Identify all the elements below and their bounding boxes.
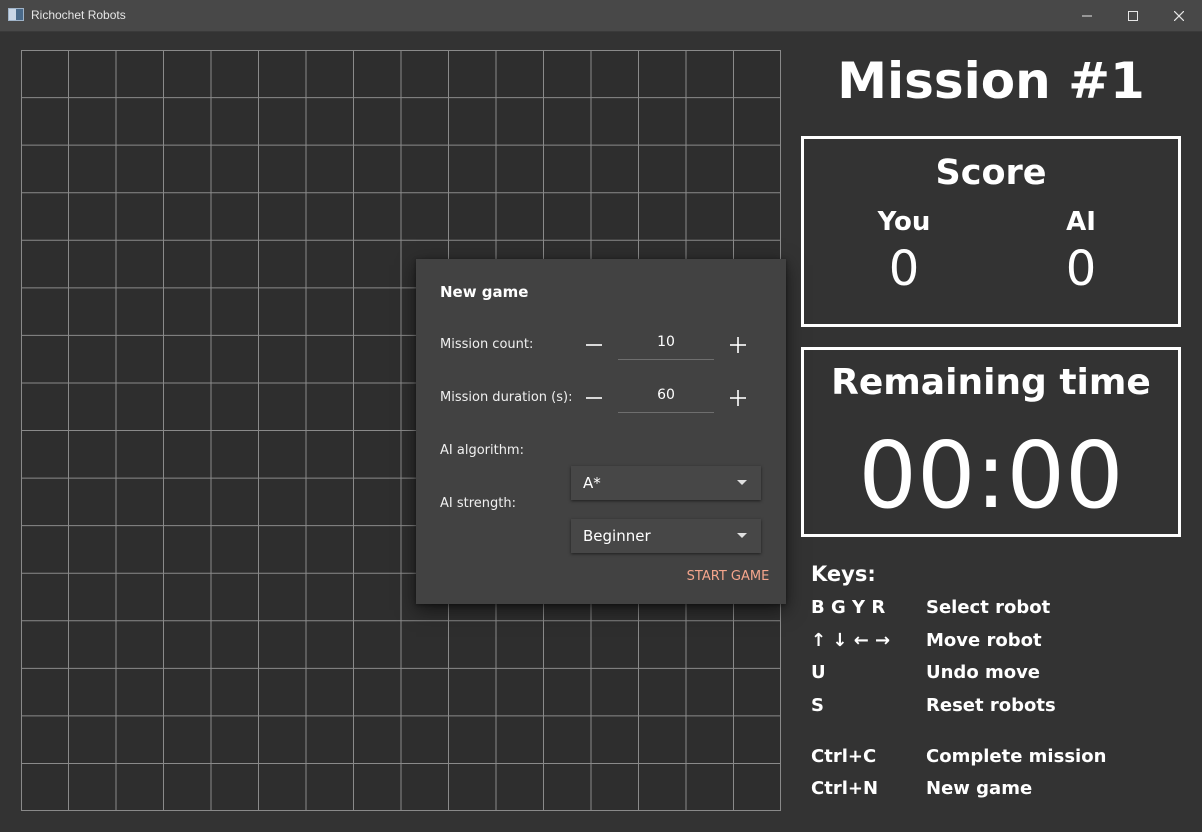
key-shortcut: Ctrl+C: [811, 746, 877, 767]
score-you: You 0: [844, 207, 964, 297]
ai-strength-label: AI strength:: [440, 496, 516, 511]
key-description: Undo move: [926, 662, 1041, 683]
score-title: Score: [935, 153, 1047, 193]
dialog-title: New game: [440, 283, 529, 301]
ai-algorithm-label: AI algorithm:: [440, 443, 524, 458]
minimize-button[interactable]: [1064, 0, 1110, 31]
ai-strength-select[interactable]: Beginner: [571, 519, 761, 553]
minimize-icon: [1082, 15, 1092, 16]
ai-strength-value: Beginner: [583, 527, 651, 545]
key-description: Select robot: [926, 597, 1051, 618]
remaining-time-value: 00:00: [858, 422, 1124, 529]
mission-duration-input[interactable]: 60: [618, 382, 714, 413]
mission-duration-increment-button[interactable]: [727, 387, 749, 409]
score-you-value: 0: [888, 241, 920, 297]
key-shortcut: S: [811, 695, 824, 716]
mission-duration-label: Mission duration (s):: [440, 390, 573, 405]
key-shortcut: B G Y R: [811, 597, 886, 618]
dropdown-arrow-icon: [737, 533, 747, 538]
ai-algorithm-select[interactable]: A*: [571, 466, 761, 500]
close-button[interactable]: [1156, 0, 1202, 31]
key-description: Reset robots: [926, 695, 1056, 716]
title-bar: Richochet Robots: [0, 0, 1202, 32]
close-icon: [1174, 10, 1184, 21]
key-shortcut: ↑ ↓ ← →: [811, 630, 891, 651]
key-shortcut: Ctrl+N: [811, 778, 879, 799]
score-panel: Score You 0 AI 0: [801, 136, 1181, 327]
remaining-time-title: Remaining time: [831, 362, 1151, 403]
mission-count-decrement-button[interactable]: [583, 334, 605, 356]
mission-count-label: Mission count:: [440, 337, 534, 352]
score-ai: AI 0: [1021, 207, 1141, 297]
key-description: New game: [926, 778, 1033, 799]
dropdown-arrow-icon: [737, 480, 747, 485]
window-title: Richochet Robots: [31, 8, 126, 22]
main-content: New game Mission count: 10 Mission durat…: [0, 32, 1202, 832]
plus-icon: [730, 337, 746, 353]
minus-icon: [586, 397, 602, 399]
key-description: Complete mission: [926, 746, 1107, 767]
key-description: Move robot: [926, 630, 1042, 651]
start-game-button[interactable]: START GAME: [678, 569, 778, 591]
app-icon: [8, 8, 24, 21]
minus-icon: [586, 344, 602, 346]
score-ai-value: 0: [1065, 241, 1097, 297]
maximize-button[interactable]: [1110, 0, 1156, 31]
maximize-icon: [1128, 10, 1138, 21]
mission-count-increment-button[interactable]: [727, 334, 749, 356]
mission-title: Mission #1: [837, 52, 1145, 110]
new-game-dialog: New game Mission count: 10 Mission durat…: [416, 259, 786, 604]
plus-icon: [730, 390, 746, 406]
remaining-time-panel: Remaining time 00:00: [801, 347, 1181, 537]
score-you-label: You: [877, 207, 931, 237]
key-shortcut: U: [811, 662, 826, 683]
keys-title: Keys:: [811, 562, 876, 586]
mission-count-input[interactable]: 10: [618, 329, 714, 360]
mission-duration-decrement-button[interactable]: [583, 387, 605, 409]
score-ai-label: AI: [1066, 207, 1096, 237]
ai-algorithm-value: A*: [583, 474, 601, 492]
